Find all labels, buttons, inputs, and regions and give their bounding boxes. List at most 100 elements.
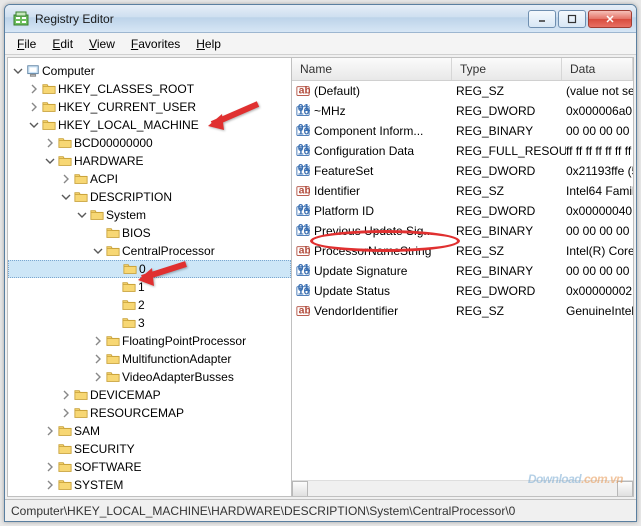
expander-icon[interactable] [28, 83, 40, 95]
expander-icon[interactable] [92, 371, 104, 383]
tree-label: SYSTEM [74, 478, 123, 492]
tree-node-multifunctionadapter[interactable]: MultifunctionAdapter [8, 350, 291, 368]
close-button[interactable] [588, 10, 632, 28]
tree-label: VideoAdapterBusses [122, 370, 234, 384]
tree-pane[interactable]: Computer HKEY_CLASSES_ROOT HKEY_CURRENT_US… [8, 58, 292, 496]
value-name: Update Status [314, 284, 390, 298]
expander-icon[interactable] [44, 137, 56, 149]
tree-node-centralprocessor[interactable]: CentralProcessor [8, 242, 291, 260]
menu-favorites[interactable]: Favorites [123, 35, 188, 53]
menu-edit[interactable]: Edit [44, 35, 81, 53]
svg-text:ab: ab [299, 245, 310, 257]
column-data[interactable]: Data [562, 58, 633, 80]
titlebar[interactable]: Registry Editor [5, 5, 636, 33]
expander-icon[interactable] [92, 335, 104, 347]
menu-view[interactable]: View [81, 35, 123, 53]
list-row[interactable]: 01101001~MHzREG_DWORD0x000006a0 [292, 101, 633, 121]
expander-icon[interactable] [28, 119, 40, 131]
expander-icon[interactable] [44, 155, 56, 167]
list-body[interactable]: ab(Default)REG_SZ(value not set)01101001… [292, 81, 633, 480]
value-type: REG_BINARY [456, 264, 566, 278]
list-row[interactable]: 01101001Previous Update Sig...REG_BINARY… [292, 221, 633, 241]
tree-node-security[interactable]: SECURITY [8, 440, 291, 458]
svg-text:1001: 1001 [298, 106, 310, 118]
list-row[interactable]: 01101001Update StatusREG_DWORD0x00000002… [292, 281, 633, 301]
app-icon [13, 11, 29, 27]
tree-node-0[interactable]: 0 [8, 260, 291, 278]
expander-icon[interactable] [92, 245, 104, 257]
list-row[interactable]: 01101001Configuration DataREG_FULL_RESOU… [292, 141, 633, 161]
tree-node-software[interactable]: SOFTWARE [8, 458, 291, 476]
value-type: REG_DWORD [456, 104, 566, 118]
value-type: REG_SZ [456, 304, 566, 318]
tree-node-videoadapterbusses[interactable]: VideoAdapterBusses [8, 368, 291, 386]
tree-node-bcd00000000[interactable]: BCD00000000 [8, 134, 291, 152]
tree-node-acpi[interactable]: ACPI [8, 170, 291, 188]
svg-text:ab: ab [299, 305, 310, 317]
expander-icon[interactable] [44, 479, 56, 491]
value-name: (Default) [314, 84, 360, 98]
svg-text:ab: ab [299, 185, 310, 197]
expander-icon[interactable] [60, 407, 72, 419]
menu-file[interactable]: File [9, 35, 44, 53]
maximize-button[interactable] [558, 10, 586, 28]
content-area: Computer HKEY_CLASSES_ROOT HKEY_CURRENT_US… [7, 57, 634, 497]
tree-node-floatingpointprocessor[interactable]: FloatingPointProcessor [8, 332, 291, 350]
tree-label: HKEY_CLASSES_ROOT [58, 82, 194, 96]
value-type: REG_SZ [456, 84, 566, 98]
minimize-button[interactable] [528, 10, 556, 28]
list-row[interactable]: abIdentifierREG_SZIntel64 Family [292, 181, 633, 201]
expander-icon[interactable] [44, 461, 56, 473]
tree-node-system[interactable]: System [8, 206, 291, 224]
menu-help[interactable]: Help [188, 35, 229, 53]
tree-node-computer[interactable]: Computer [8, 62, 291, 80]
tree-node-hkey-users[interactable]: HKEY_USERS [8, 494, 291, 496]
list-row[interactable]: 01101001FeatureSetREG_DWORD0x21193ffe (5… [292, 161, 633, 181]
tree-node-description[interactable]: DESCRIPTION [8, 188, 291, 206]
value-name: VendorIdentifier [314, 304, 398, 318]
tree-node-system[interactable]: SYSTEM [8, 476, 291, 494]
expander-icon[interactable] [28, 101, 40, 113]
expander-icon[interactable] [60, 389, 72, 401]
tree-node-devicemap[interactable]: DEVICEMAP [8, 386, 291, 404]
list-row[interactable]: abVendorIdentifierREG_SZGenuineIntel [292, 301, 633, 321]
tree-node-hkey-local-machine[interactable]: HKEY_LOCAL_MACHINE [8, 116, 291, 134]
value-type: REG_DWORD [456, 204, 566, 218]
expander-icon[interactable] [92, 353, 104, 365]
registry-editor-window: Registry Editor File Edit View Favorites… [4, 4, 637, 522]
tree-node-sam[interactable]: SAM [8, 422, 291, 440]
horizontal-scrollbar[interactable] [292, 480, 633, 496]
expander-icon[interactable] [44, 425, 56, 437]
tree-node-3[interactable]: 3 [8, 314, 291, 332]
tree-label: RESOURCEMAP [90, 406, 184, 420]
tree-label: ACPI [90, 172, 118, 186]
tree-node-bios[interactable]: BIOS [8, 224, 291, 242]
expander-icon[interactable] [60, 173, 72, 185]
tree-node-hkey-classes-root[interactable]: HKEY_CLASSES_ROOT [8, 80, 291, 98]
value-data: 0x21193ffe (5) [566, 164, 633, 178]
column-type[interactable]: Type [452, 58, 562, 80]
tree-node-1[interactable]: 1 [8, 278, 291, 296]
tree-node-2[interactable]: 2 [8, 296, 291, 314]
expander-icon[interactable] [60, 191, 72, 203]
tree-label: FloatingPointProcessor [122, 334, 246, 348]
value-data: 00 00 00 00 01 [566, 224, 633, 238]
column-name[interactable]: Name [292, 58, 452, 80]
value-data: ff ff ff ff ff ff ff [566, 144, 633, 158]
window-title: Registry Editor [35, 12, 528, 26]
svg-text:1001: 1001 [298, 226, 310, 238]
list-row[interactable]: 01101001Component Inform...REG_BINARY00 … [292, 121, 633, 141]
list-row[interactable]: abProcessorNameStringREG_SZIntel(R) Core [292, 241, 633, 261]
tree-node-resourcemap[interactable]: RESOURCEMAP [8, 404, 291, 422]
statusbar: Computer\HKEY_LOCAL_MACHINE\HARDWARE\DES… [5, 499, 636, 521]
list-row[interactable]: 01101001Update SignatureREG_BINARY00 00 … [292, 261, 633, 281]
list-row[interactable]: 01101001Platform IDREG_DWORD0x00000040 ( [292, 201, 633, 221]
tree-node-hkey-current-user[interactable]: HKEY_CURRENT_USER [8, 98, 291, 116]
value-name: Identifier [314, 184, 360, 198]
value-name: ~MHz [314, 104, 346, 118]
value-type: REG_DWORD [456, 164, 566, 178]
list-row[interactable]: ab(Default)REG_SZ(value not set) [292, 81, 633, 101]
tree-node-hardware[interactable]: HARDWARE [8, 152, 291, 170]
expander-icon[interactable] [76, 209, 88, 221]
expander-icon[interactable] [12, 65, 24, 77]
